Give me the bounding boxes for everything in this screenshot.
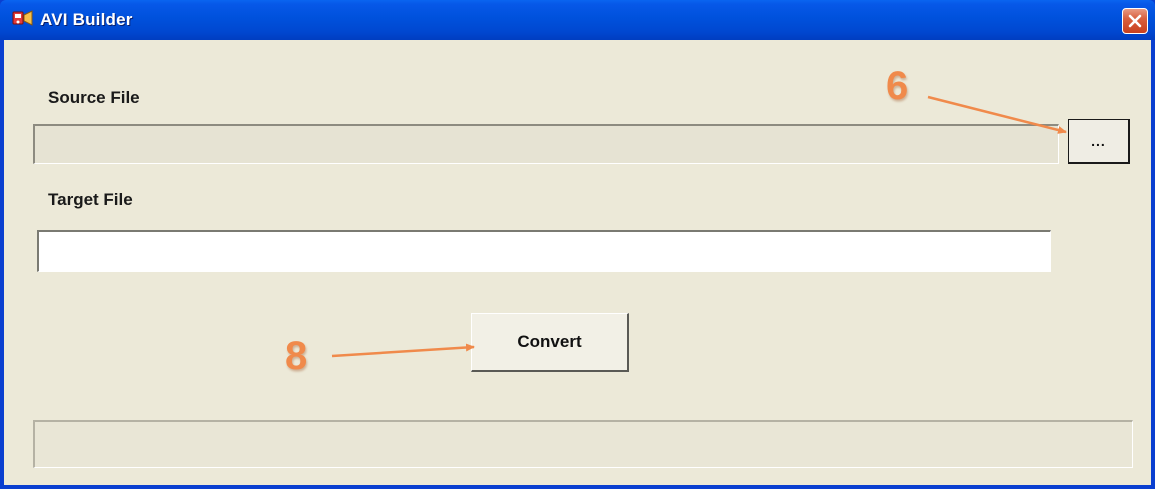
target-file-label: Target File <box>48 190 133 209</box>
window-title: AVI Builder <box>40 10 133 29</box>
callout-step-8: 8 <box>285 334 308 378</box>
app-window: AVI Builder Source File ... Target File … <box>0 0 1155 489</box>
browse-source-button[interactable]: ... <box>1068 119 1130 164</box>
close-button[interactable] <box>1122 8 1148 34</box>
source-file-label: Source File <box>48 88 140 107</box>
close-icon <box>1128 14 1142 28</box>
target-file-input[interactable] <box>37 230 1051 272</box>
title-bar[interactable]: AVI Builder <box>0 0 1155 40</box>
source-file-input[interactable] <box>33 124 1059 164</box>
status-bar <box>33 420 1133 468</box>
callout-step-6: 6 <box>886 64 909 108</box>
convert-button[interactable]: Convert <box>471 313 629 372</box>
dialog-body: Source File ... Target File Convert <box>4 40 1151 485</box>
app-icon <box>12 10 33 26</box>
